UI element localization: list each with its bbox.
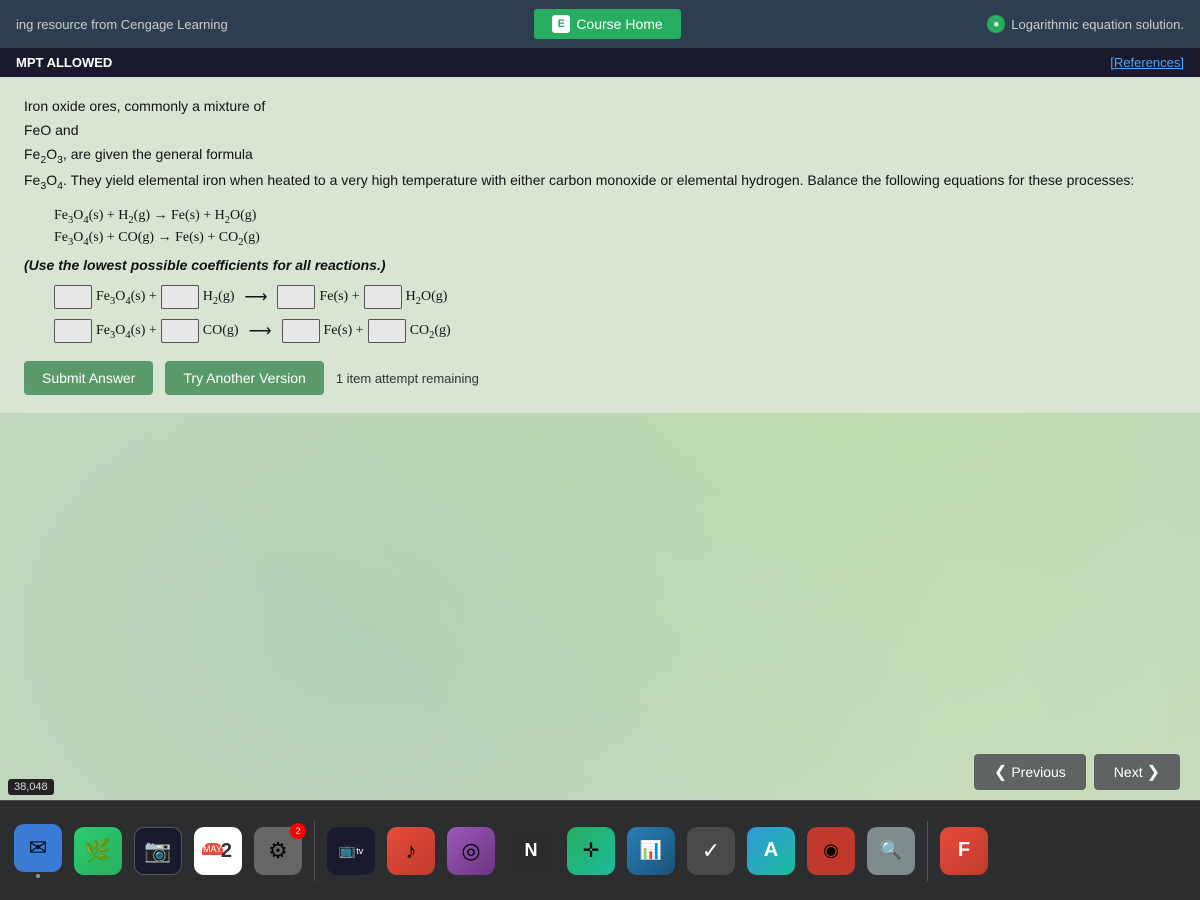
dock-calendar[interactable]: MAY 2 [190, 811, 246, 891]
search-icon: 🔍 [867, 827, 915, 875]
dock-appletv[interactable]: 📺tv [323, 811, 379, 891]
calendar-icon: MAY 2 [194, 827, 242, 875]
coeff-input-r2-left[interactable] [54, 319, 92, 343]
buttons-row: Submit Answer Try Another Version 1 item… [24, 361, 1176, 395]
dock-music[interactable]: ♪ [383, 811, 439, 891]
problem-text: Iron oxide ores, commonly a mixture of F… [24, 95, 1176, 196]
translate-icon: A [747, 827, 795, 875]
prompt-bar: MPT ALLOWED [References] [0, 48, 1200, 77]
coeff-input-r2-co2[interactable] [368, 319, 406, 343]
right-label: Logarithmic equation solution. [1011, 17, 1184, 32]
chart-icon: 📊 [627, 827, 675, 875]
eq2-fe: Fe(s) + [324, 323, 364, 339]
previous-label: Previous [1011, 764, 1065, 780]
next-button[interactable]: Next ❯ [1094, 754, 1180, 790]
eq1-fe: Fe(s) + [319, 289, 359, 305]
input-equations: Fe3O4(s) + H2(g) ⟶ Fe(s) + H2O(g) Fe3O4(… [54, 285, 1176, 343]
eq2-co2: CO2(g) [410, 323, 451, 341]
eq2-co: CO(g) [203, 323, 239, 339]
mail-icon: ✉ [14, 824, 62, 872]
dock-mail[interactable]: ✉ [10, 811, 66, 891]
music-icon: ♪ [387, 827, 435, 875]
trash-icon: F [940, 827, 988, 875]
display-eq1: Fe3O4(s) + H2(g) → Fe(s) + H2O(g) [54, 208, 1176, 226]
content-area: MPT ALLOWED [References] Iron oxide ores… [0, 48, 1200, 413]
dock-separator-1 [314, 821, 315, 881]
next-label: Next [1114, 764, 1143, 780]
coeff-input-r1-h2[interactable] [161, 285, 199, 309]
course-home-button[interactable]: E Course Home [534, 9, 680, 39]
dock-notes[interactable]: N [503, 811, 559, 891]
intro-line-4: Fe3O4. They yield elemental iron when he… [24, 169, 1176, 196]
instructions: (Use the lowest possible coefficients fo… [24, 257, 1176, 273]
podcasts-icon: ◎ [447, 827, 495, 875]
eq1-h2: H2(g) [203, 289, 235, 307]
dock-trash[interactable]: F [936, 811, 992, 891]
dock-camera[interactable]: 📷 [130, 811, 186, 891]
target-icon: ◉ [807, 827, 855, 875]
previous-button[interactable]: ❮ Previous [974, 754, 1086, 790]
eq2-prefix: Fe3O4(s) + [96, 323, 157, 341]
references-link[interactable]: [References] [1110, 55, 1184, 70]
dock-podcasts[interactable]: ◎ [443, 811, 499, 891]
notes-icon: N [507, 827, 555, 875]
arrow-1: ⟶ [245, 287, 268, 307]
settings-badge: 2 [290, 823, 306, 839]
check-icon: ✓ [687, 827, 735, 875]
dock-target[interactable]: ◉ [803, 811, 859, 891]
display-eq2: Fe3O4(s) + CO(g) → Fe(s) + CO2(g) [54, 230, 1176, 248]
dock-translate[interactable]: A [743, 811, 799, 891]
dock: ✉ 🌿 📷 MAY 2 ⚙ 2 📺tv ♪ ◎ N ✛ [0, 800, 1200, 900]
coeff-input-r1-left[interactable] [54, 285, 92, 309]
intro-line-1: Iron oxide ores, commonly a mixture of [24, 95, 1176, 119]
coeff-input-r2-co[interactable] [161, 319, 199, 343]
dock-settings[interactable]: ⚙ 2 [250, 811, 306, 891]
top-bar-center: E Course Home [244, 9, 972, 39]
dock-chart[interactable]: 📊 [623, 811, 679, 891]
coeff-input-r2-fe[interactable] [282, 319, 320, 343]
app-icon: ✛ [567, 827, 615, 875]
dock-photos[interactable]: 🌿 [70, 811, 126, 891]
dock-app[interactable]: ✛ [563, 811, 619, 891]
eq1-prefix: Fe3O4(s) + [96, 289, 157, 307]
settings-icon: ⚙ 2 [254, 827, 302, 875]
intro-line-3: Fe2O3, are given the general formula [24, 143, 1176, 170]
equations-display: Fe3O4(s) + H2(g) → Fe(s) + H2O(g) Fe3O4(… [54, 208, 1176, 248]
submit-answer-button[interactable]: Submit Answer [24, 361, 153, 395]
resource-label: ing resource from Cengage Learning [0, 17, 244, 32]
attempts-text: 1 item attempt remaining [336, 371, 479, 386]
arrow-2: ⟶ [249, 321, 272, 341]
equation-row-2: Fe3O4(s) + CO(g) ⟶ Fe(s) + CO2(g) [54, 319, 1176, 343]
dock-check[interactable]: ✓ [683, 811, 739, 891]
coeff-input-r1-fe[interactable] [277, 285, 315, 309]
camera-icon: 📷 [134, 827, 182, 875]
top-bar: ing resource from Cengage Learning E Cou… [0, 0, 1200, 48]
dock-search[interactable]: 🔍 [863, 811, 919, 891]
previous-chevron-icon: ❮ [994, 762, 1007, 782]
bottom-left-badge: 38,048 [8, 779, 54, 795]
mail-dot [36, 874, 40, 878]
next-chevron-icon: ❯ [1147, 762, 1160, 782]
intro-line-2: FeO and [24, 119, 1176, 143]
top-bar-right: ● Logarithmic equation solution. [971, 15, 1200, 33]
navigation-footer: ❮ Previous Next ❯ [974, 754, 1180, 790]
status-circle-icon: ● [987, 15, 1005, 33]
try-another-button[interactable]: Try Another Version [165, 361, 323, 395]
prompt-label: MPT ALLOWED [16, 55, 112, 70]
course-home-label: Course Home [576, 16, 662, 32]
coeff-input-r1-h2o[interactable] [364, 285, 402, 309]
course-home-icon: E [552, 15, 570, 33]
dock-separator-2 [927, 821, 928, 881]
photos-icon: 🌿 [74, 827, 122, 875]
equation-row-1: Fe3O4(s) + H2(g) ⟶ Fe(s) + H2O(g) [54, 285, 1176, 309]
eq1-h2o: H2O(g) [406, 289, 448, 307]
main-content: Iron oxide ores, commonly a mixture of F… [0, 77, 1200, 413]
appletv-icon: 📺tv [327, 827, 375, 875]
